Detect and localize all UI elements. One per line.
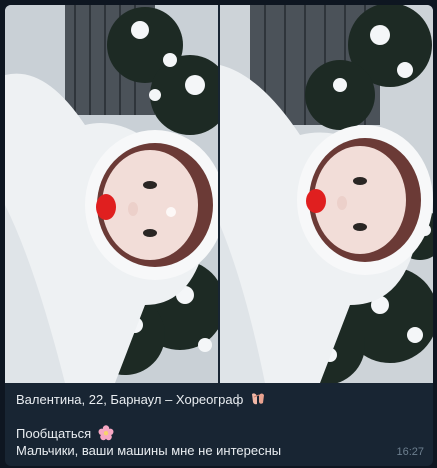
caption-line-3: Мальчики, ваши машины мне не интересны <box>16 443 282 458</box>
message-caption: Валентина, 22, Барнаул – Хореограф Пообщ… <box>16 391 396 459</box>
ballet-shoes-icon <box>251 393 264 405</box>
caption-line-2: Пообщаться <box>16 425 396 442</box>
photo-2-image <box>220 5 433 383</box>
media-album <box>5 5 433 383</box>
message-timestamp: 16:27 <box>396 446 424 458</box>
message-bubble[interactable]: Валентина, 22, Барнаул – Хореограф Пообщ… <box>5 5 433 466</box>
photo-1-image <box>5 5 218 383</box>
caption-line-1-text: Валентина, 22, Барнаул – Хореограф <box>16 392 244 407</box>
photo-2[interactable] <box>220 5 433 383</box>
photo-1[interactable] <box>5 5 218 383</box>
caption-line-2-text: Пообщаться <box>16 426 92 441</box>
cherry-blossom-icon <box>98 425 114 441</box>
caption-line-1: Валентина, 22, Барнаул – Хореограф <box>16 391 396 408</box>
